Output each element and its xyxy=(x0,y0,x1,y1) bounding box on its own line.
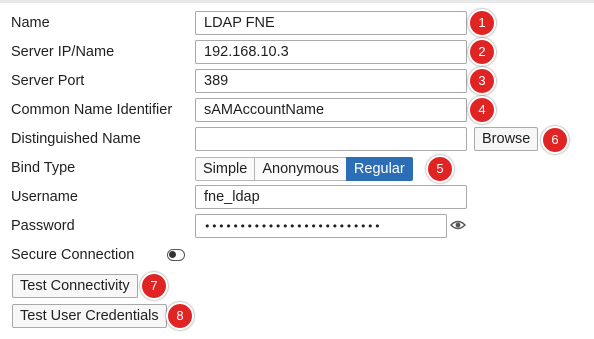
server-port-input[interactable] xyxy=(195,69,467,93)
top-divider xyxy=(0,0,594,3)
callout-badge-7: 7 xyxy=(140,272,168,300)
toggle-knob xyxy=(169,251,176,258)
name-input[interactable] xyxy=(195,11,467,35)
bind-type-regular[interactable]: Regular xyxy=(345,157,413,181)
browse-button[interactable]: Browse xyxy=(474,127,539,151)
username-label: Username xyxy=(11,189,78,205)
callout-badge-5: 5 xyxy=(426,155,454,183)
callout-badge-6: 6 xyxy=(541,126,569,154)
eye-icon[interactable] xyxy=(450,219,466,231)
password-label: Password xyxy=(11,218,75,234)
name-label: Name xyxy=(11,15,50,31)
callout-badge-3: 3 xyxy=(468,67,496,95)
bind-type-selector: Simple Anonymous Regular xyxy=(195,157,413,181)
bind-type-simple[interactable]: Simple xyxy=(195,157,256,181)
server-ip-label: Server IP/Name xyxy=(11,44,115,60)
callout-badge-2: 2 xyxy=(468,38,496,66)
server-ip-input[interactable] xyxy=(195,40,467,64)
password-input[interactable] xyxy=(195,214,447,238)
bind-type-anonymous[interactable]: Anonymous xyxy=(254,157,347,181)
distinguished-name-input[interactable] xyxy=(195,127,467,151)
secure-connection-toggle[interactable] xyxy=(167,249,185,261)
callout-badge-8: 8 xyxy=(166,302,194,330)
bind-type-label: Bind Type xyxy=(11,160,76,176)
test-user-credentials-button[interactable]: Test User Credentials xyxy=(12,304,167,328)
test-connectivity-button[interactable]: Test Connectivity xyxy=(12,274,138,298)
callout-badge-1: 1 xyxy=(468,9,496,37)
username-input[interactable] xyxy=(195,185,467,209)
server-port-label: Server Port xyxy=(11,73,85,89)
secure-connection-label: Secure Connection xyxy=(11,247,135,263)
distinguished-name-label: Distinguished Name xyxy=(11,131,141,147)
common-name-identifier-label: Common Name Identifier xyxy=(11,102,173,118)
callout-badge-4: 4 xyxy=(468,96,496,124)
common-name-identifier-input[interactable] xyxy=(195,98,467,122)
